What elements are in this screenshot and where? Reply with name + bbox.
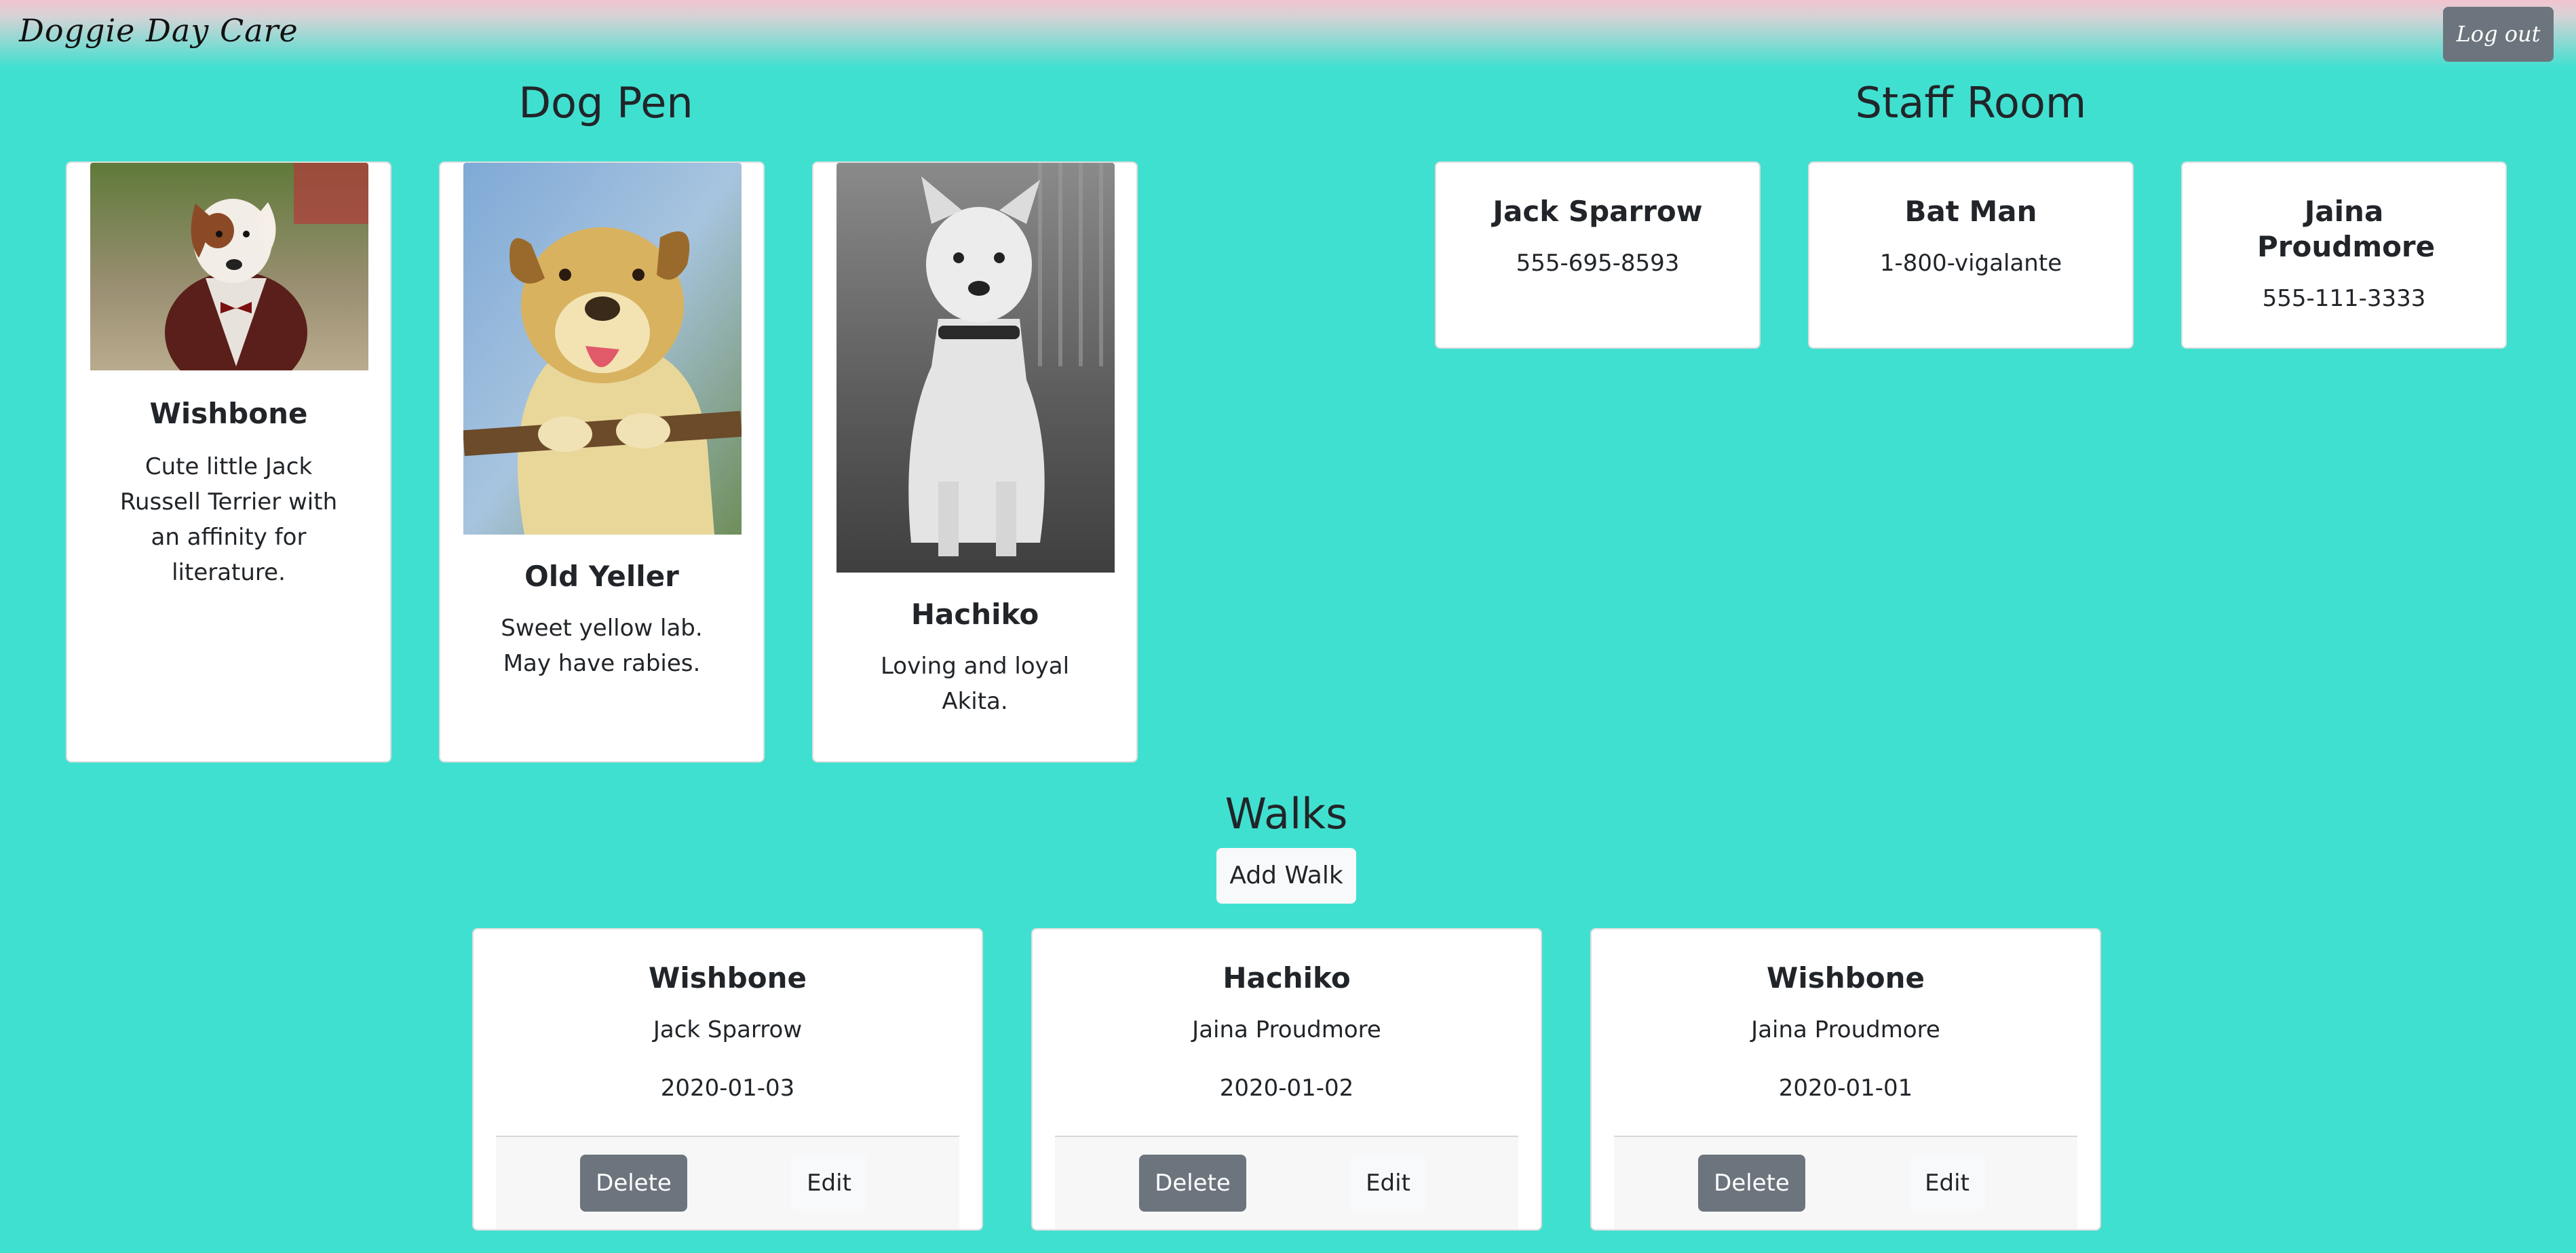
edit-walk-button[interactable]: Edit [1909,1155,1985,1212]
dog-photo-wishbone [90,163,368,370]
staff-name: Bat Man [1904,195,2037,228]
staff-card: Jack Sparrow 555-695-8593 [1435,161,1761,349]
walk-card-footer: Delete Edit [1055,1136,1518,1229]
staff-card: Jaina Proudmore 555-111-3333 [2181,161,2507,349]
dog-description: Sweet yellow lab. May have rabies. [501,615,703,677]
staff-phone: 1-800-vigalante [1879,250,2062,277]
logout-button[interactable]: Log out [2443,7,2554,62]
staff-name: Jaina Proudmore [2257,195,2436,263]
walk-date: 2020-01-03 [660,1075,795,1102]
dog-description: Loving and loyal Akita. [880,653,1070,715]
navbar: Doggie Day Care Log out [0,0,2576,68]
walk-card: Wishbone Jaina Proudmore 2020-01-01 Dele… [1590,928,2101,1231]
walk-walker: Jaina Proudmore [1751,1016,1940,1043]
dog-card: Hachiko Loving and loyal Akita. [812,161,1138,763]
walk-dog-name: Wishbone [1767,961,1925,995]
staff-room-title: Staff Room [1855,78,2087,128]
delete-walk-button[interactable]: Delete [580,1155,687,1212]
walk-dog-name: Hachiko [1223,961,1351,995]
dog-card-body: Hachiko Loving and loyal Akita. [813,597,1136,719]
brand-title[interactable]: Doggie Day Care [19,12,299,49]
dog-name: Hachiko [910,598,1039,631]
dog-pen-title: Dog Pen [518,78,693,128]
delete-walk-button[interactable]: Delete [1139,1155,1246,1212]
dog-photo-old-yeller [463,163,742,535]
dog-name: Wishbone [149,397,308,430]
dog-description: Cute little Jack Russell Terrier with an… [119,453,338,586]
walk-card: Wishbone Jack Sparrow 2020-01-03 Delete … [472,928,983,1231]
dog-name: Old Yeller [524,560,679,593]
edit-walk-button[interactable]: Edit [1350,1155,1426,1212]
walk-walker: Jack Sparrow [653,1016,803,1043]
walk-date: 2020-01-01 [1778,1075,1913,1102]
walk-card-footer: Delete Edit [496,1136,959,1229]
dog-card-body: Wishbone Cute little Jack Russell Terrie… [67,396,390,590]
staff-name: Jack Sparrow [1493,195,1703,228]
dog-card-body: Old Yeller Sweet yellow lab. May have ra… [440,559,763,681]
dog-photo-hachiko [837,163,1115,573]
walk-date: 2020-01-02 [1219,1075,1354,1102]
walk-walker: Jaina Proudmore [1192,1016,1381,1043]
walk-dog-name: Wishbone [649,961,807,995]
walk-card-footer: Delete Edit [1614,1136,2077,1229]
staff-phone: 555-111-3333 [2262,285,2426,312]
walks-title: Walks [1225,789,1348,838]
walk-card: Hachiko Jaina Proudmore 2020-01-02 Delet… [1031,928,1542,1231]
staff-phone: 555-695-8593 [1516,250,1680,277]
dog-card: Old Yeller Sweet yellow lab. May have ra… [439,161,765,763]
delete-walk-button[interactable]: Delete [1698,1155,1805,1212]
add-walk-button[interactable]: Add Walk [1216,848,1356,904]
dog-card: Wishbone Cute little Jack Russell Terrie… [66,161,391,763]
staff-card: Bat Man 1-800-vigalante [1808,161,2134,349]
edit-walk-button[interactable]: Edit [791,1155,867,1212]
